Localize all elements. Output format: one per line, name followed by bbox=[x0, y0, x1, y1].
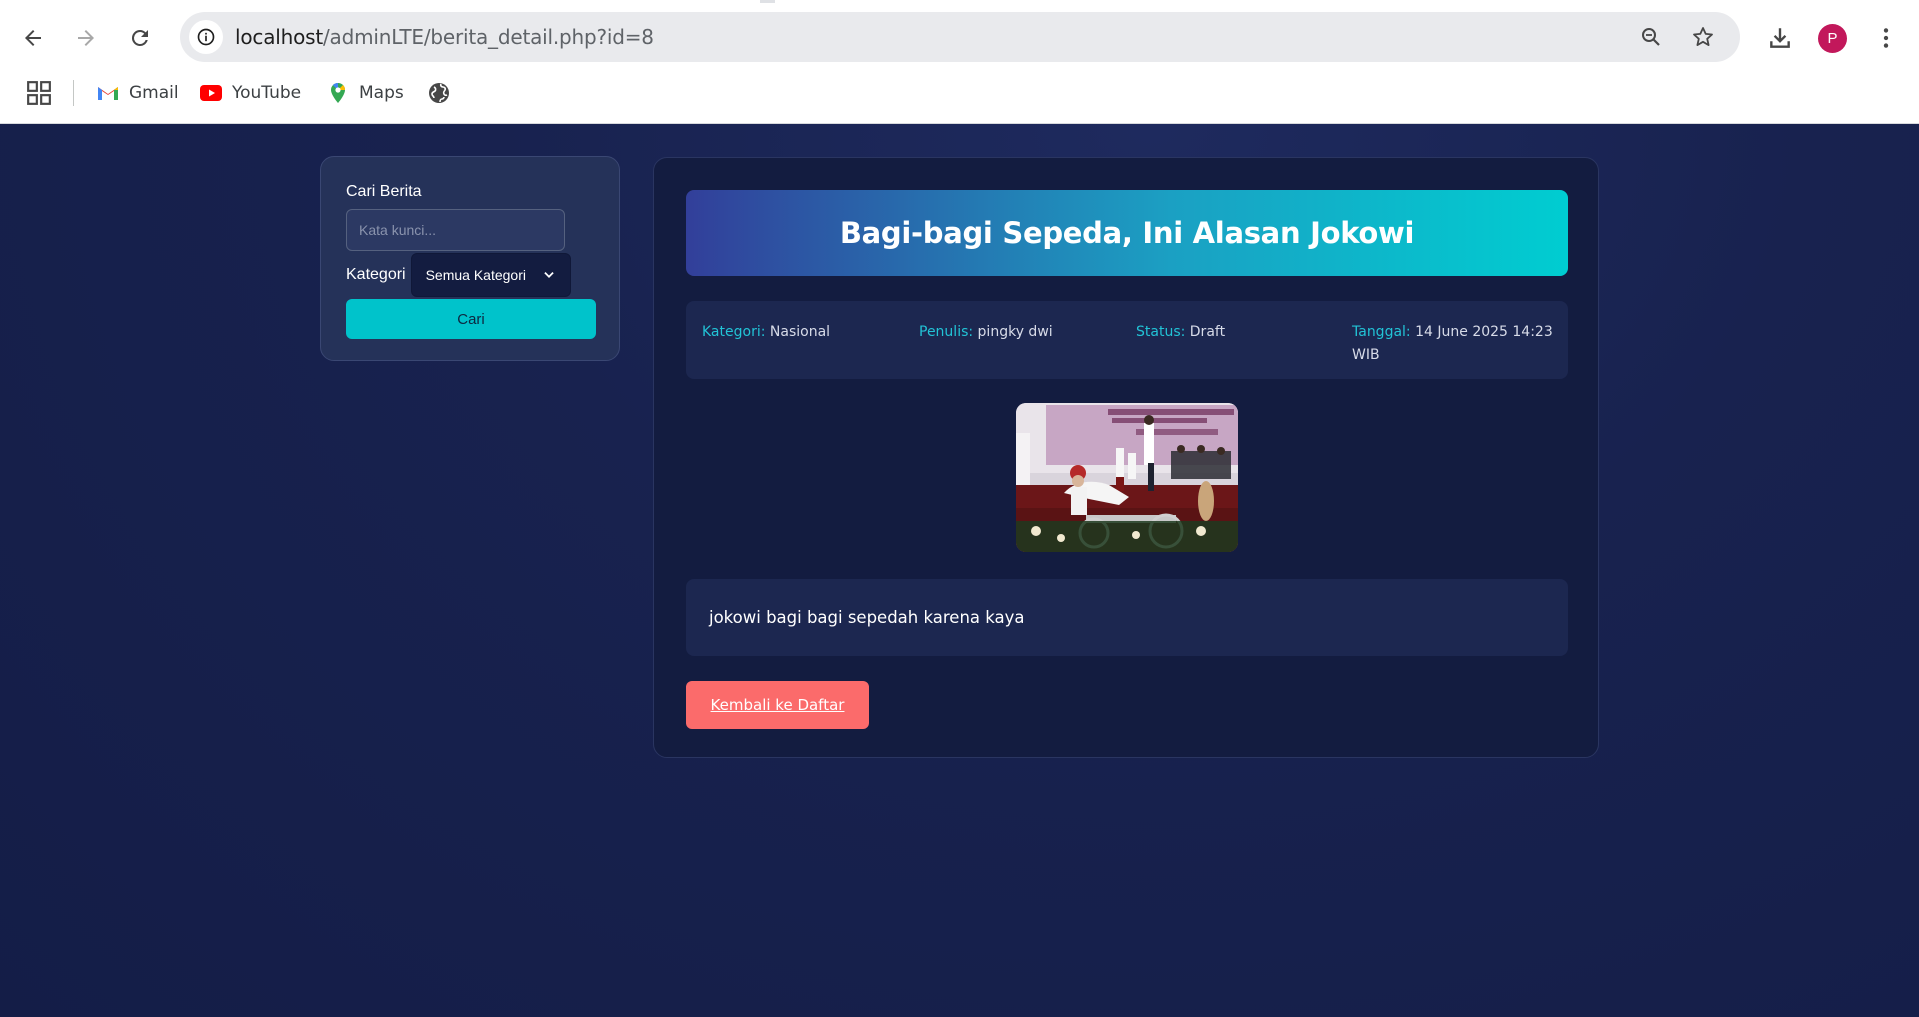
bookmark-youtube[interactable]: YouTube bbox=[199, 78, 301, 108]
meta-status-value: Draft bbox=[1189, 324, 1226, 340]
url-host: localhost bbox=[235, 25, 323, 49]
bookmark-maps[interactable]: Maps bbox=[326, 78, 404, 108]
meta-category: Kategori: Nasional bbox=[702, 321, 830, 344]
category-selected-value: Semua Kategori bbox=[425, 267, 526, 283]
search-button[interactable]: Cari bbox=[346, 299, 596, 339]
article-body-text: jokowi bagi bagi sepedah karena kaya bbox=[709, 608, 1025, 627]
meta-author: Penulis: pingky dwi bbox=[919, 321, 1053, 344]
back-button[interactable] bbox=[15, 20, 51, 56]
bookmark-gmail[interactable]: Gmail bbox=[96, 78, 179, 108]
reload-button[interactable] bbox=[122, 20, 158, 56]
meta-date: Tanggal: 14 June 2025 14:23 WIB bbox=[1352, 321, 1557, 367]
chevron-down-icon bbox=[543, 272, 554, 278]
bookmark-label: Maps bbox=[359, 83, 404, 103]
maps-icon bbox=[331, 83, 346, 103]
article-image bbox=[1016, 403, 1238, 552]
meta-author-value: pingky dwi bbox=[977, 324, 1053, 340]
meta-category-key: Kategori: bbox=[702, 324, 766, 340]
page-body: Cari Berita Kategori Semua Kategori Cari… bbox=[0, 124, 1919, 1017]
forward-button[interactable] bbox=[68, 20, 104, 56]
gmail-icon bbox=[98, 87, 118, 100]
search-label: Cari Berita bbox=[346, 183, 422, 200]
bookmark-separator bbox=[73, 80, 74, 106]
globe-icon[interactable] bbox=[427, 81, 451, 105]
arrow-right-icon bbox=[78, 30, 94, 46]
arrow-left-icon bbox=[25, 30, 41, 46]
address-bar[interactable]: localhost/adminLTE/berita_detail.php?id=… bbox=[180, 12, 1740, 62]
profile-avatar[interactable]: P bbox=[1818, 24, 1847, 53]
download-button[interactable] bbox=[1762, 20, 1798, 56]
search-input[interactable] bbox=[346, 209, 565, 251]
menu-button[interactable] bbox=[1868, 20, 1904, 56]
article-card: Bagi-bagi Sepeda, Ini Alasan Jokowi Kate… bbox=[653, 157, 1599, 758]
site-info-icon[interactable] bbox=[189, 20, 223, 54]
back-to-list-button[interactable]: Kembali ke Daftar bbox=[686, 681, 869, 729]
meta-category-value: Nasional bbox=[769, 324, 831, 340]
category-select[interactable]: Semua Kategori bbox=[410, 253, 571, 297]
url-path: /adminLTE/berita_detail.php?id=8 bbox=[322, 25, 654, 49]
url-text[interactable]: localhost/adminLTE/berita_detail.php?id=… bbox=[235, 25, 654, 49]
article-meta: Kategori: Nasional Penulis: pingky dwi S… bbox=[686, 301, 1568, 379]
bookmark-label: Gmail bbox=[129, 83, 179, 103]
search-card: Cari Berita Kategori Semua Kategori Cari bbox=[320, 156, 620, 361]
title-banner: Bagi-bagi Sepeda, Ini Alasan Jokowi bbox=[686, 190, 1568, 276]
meta-date-key: Tanggal: bbox=[1352, 324, 1411, 340]
meta-status: Status: Draft bbox=[1136, 321, 1225, 344]
bookmark-star-icon[interactable] bbox=[1686, 20, 1720, 54]
zoom-icon[interactable] bbox=[1634, 20, 1668, 54]
article-title: Bagi-bagi Sepeda, Ini Alasan Jokowi bbox=[839, 216, 1415, 250]
reload-icon bbox=[131, 29, 148, 46]
category-label: Kategori bbox=[346, 266, 406, 283]
article-body: jokowi bagi bagi sepedah karena kaya bbox=[686, 579, 1568, 656]
apps-grid-icon[interactable] bbox=[26, 80, 52, 106]
meta-status-key: Status: bbox=[1136, 324, 1186, 340]
back-to-list-link[interactable]: Kembali ke Daftar bbox=[711, 696, 845, 714]
browser-chrome: localhost/adminLTE/berita_detail.php?id=… bbox=[0, 0, 1919, 124]
more-vert-icon bbox=[1883, 28, 1889, 48]
youtube-icon bbox=[200, 85, 222, 101]
download-icon bbox=[1770, 28, 1790, 48]
tab-strip bbox=[0, 0, 1919, 3]
bookmark-label: YouTube bbox=[232, 83, 302, 103]
meta-author-key: Penulis: bbox=[919, 324, 974, 340]
